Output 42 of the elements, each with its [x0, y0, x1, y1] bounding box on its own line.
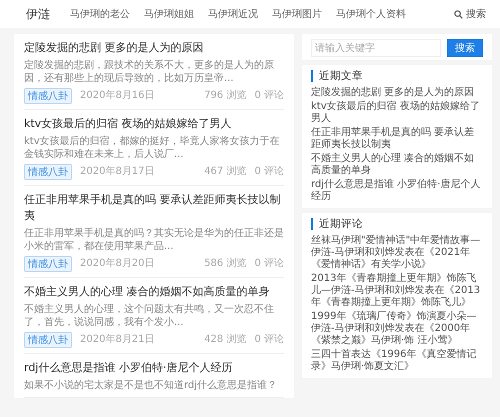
post-date: 2020年8月21日	[80, 334, 155, 346]
recent-post-link[interactable]: 定陵发掘的悲剧 更多的是人为的原因	[311, 87, 483, 99]
post-date: 2020年8月16日	[80, 90, 155, 102]
view-count: 796 浏览	[204, 90, 246, 102]
recent-post-link[interactable]: 任正非用苹果手机是真的吗 要承认差距师夷长技以制夷	[311, 127, 483, 151]
article-title[interactable]: rdj什么意思是指谁 小罗伯特·唐尼个人经历	[24, 360, 284, 376]
nav-link[interactable]: 马伊琍姐姐	[144, 7, 194, 21]
nav-link[interactable]: 马伊琍近况	[208, 7, 258, 21]
recent-comment-link[interactable]: 丝袜马伊琍"爱情神话"中年爱情故事—伊涟-马伊琍和刘烨发表在《2021年《爱情神话》有关学小说》	[311, 235, 483, 271]
article-title[interactable]: 定陵发掘的悲剧 更多的是人为的原因	[24, 40, 284, 56]
comment-count: 0 评论	[254, 166, 284, 178]
view-count: 467 浏览	[204, 166, 246, 178]
search-link[interactable]: 搜索	[454, 7, 486, 21]
search-button[interactable]: 搜索	[447, 39, 483, 57]
comment-count: 0 评论	[254, 90, 284, 102]
recent-comment-link[interactable]: 2013年《青春期撞上更年期》饰陈飞儿—伊涟-马伊琍和刘烨发表在《2013年《青春期撞上更年期》饰陈飞儿》	[311, 273, 483, 309]
view-count: 428 浏览	[204, 334, 246, 346]
section-heading: 近期文章	[311, 70, 483, 82]
nav-link[interactable]: 马伊琍图片	[272, 7, 322, 21]
recent-comment-link[interactable]: 三四十首表达《1996年《真空爱情记录》马伊琍·饰夏文汇》	[311, 349, 483, 373]
nav-link[interactable]: 马伊琍的老公	[70, 7, 130, 21]
post-date: 2020年8月17日	[80, 166, 155, 178]
article-title[interactable]: 任正非用苹果手机是真的吗 要承认差距师夷长技以制夷	[24, 192, 284, 224]
search-icon	[454, 10, 463, 18]
article-excerpt: 不婚主义男人的心理，这个问题太有共鸣，又一次忍不住了，首先，说说同感，我有个发小...	[24, 303, 275, 329]
comment-count: 0 评论	[254, 258, 284, 270]
recent-post-link[interactable]: rdj什么意思是指谁 小罗伯特·唐尼个人经历	[311, 179, 483, 203]
recent-comment-link[interactable]: 1999年《琉璃厂传奇》饰演夏小朵—伊涟-马伊琍和刘烨发表在《2000年《紫禁之巅》马伊琍·饰 汪小莺》	[311, 311, 483, 347]
post-date: 2020年8月20日	[80, 258, 155, 270]
search-field[interactable]: 请输入关键字	[311, 39, 441, 57]
view-count: 586 浏览	[204, 258, 246, 270]
article-excerpt: 如果不小说的宅太家是不是也不知道rdj什么意思是指谁？	[24, 379, 278, 392]
nav-link[interactable]: 马伊琍个人资料	[336, 7, 406, 21]
section-heading: 近期评论	[311, 218, 483, 230]
recent-post-link[interactable]: ktv女孩最后的归宿 夜场的姑娘嫁给了男人	[311, 101, 483, 125]
comment-count: 0 评论	[254, 334, 284, 346]
article-title[interactable]: ktv女孩最后的归宿 夜场的姑娘嫁给了男人	[24, 116, 284, 132]
article-title[interactable]: 不婚主义男人的心理 凑合的婚姻不如高质量的单身	[24, 284, 284, 300]
article-excerpt: ktv女孩最后的归宿，都嫁的挺好，毕竟人家将女孩力于在金钱实际和难在未来上，后人说厂...	[24, 135, 281, 161]
site-logo[interactable]: 伊涟	[26, 6, 50, 22]
article-excerpt: 定陵发掘的悲剧，跟技术的关系不大，更多的是人为的原因，还有那些上的现后导致的，比如万历皇帝...	[24, 59, 275, 85]
article-excerpt: 任正非用苹果手机是真的吗？其实无论是华为的任正非还是小米的雷军，都在使用苹果产品...	[24, 227, 284, 253]
